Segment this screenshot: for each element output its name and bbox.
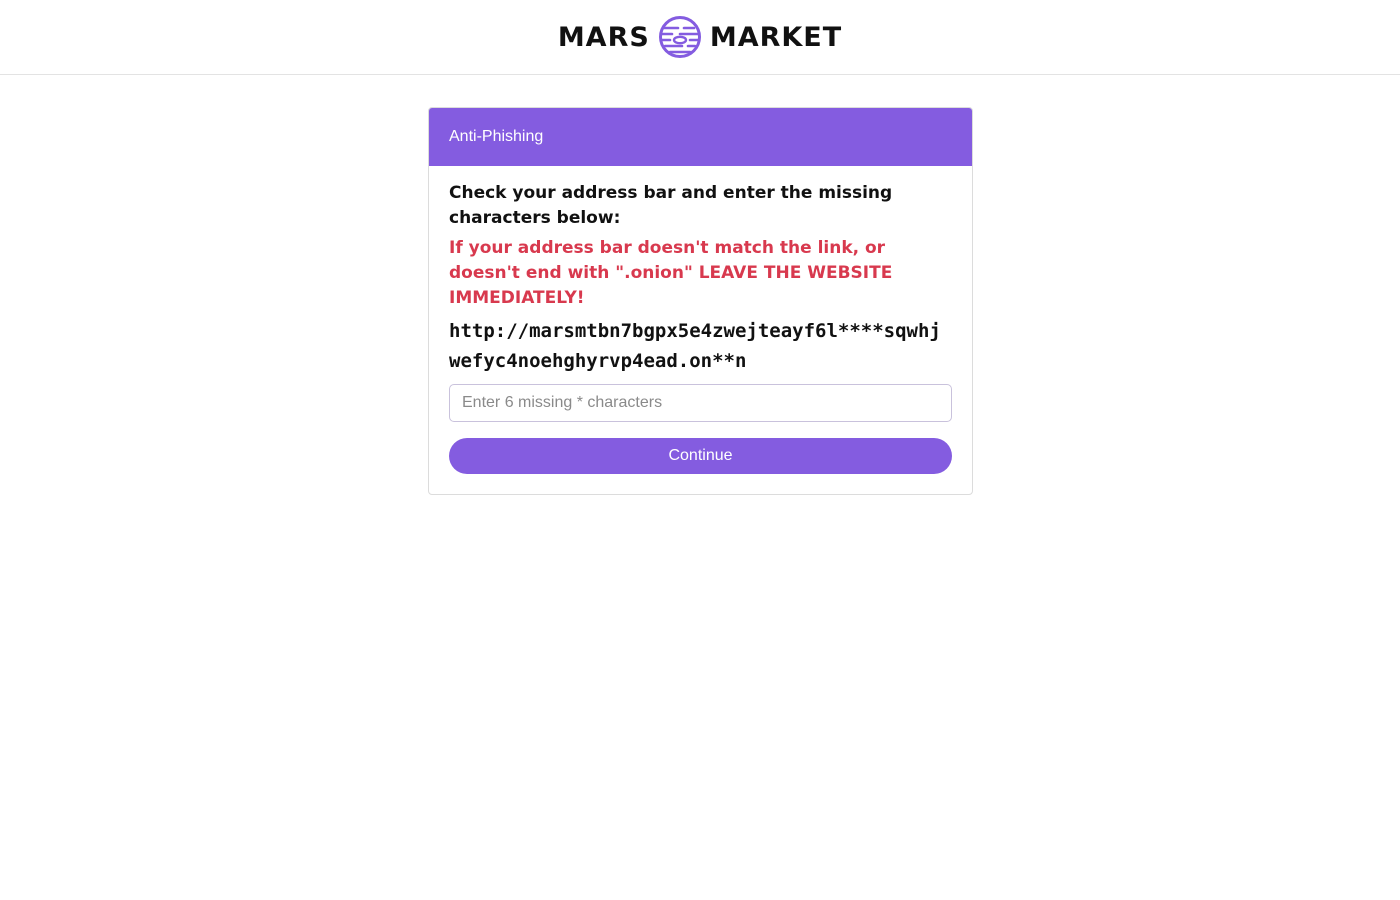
- continue-button[interactable]: Continue: [449, 438, 952, 474]
- masked-onion-url: http://marsmtbn7bgpx5e4zwejteayf6l****sq…: [449, 320, 941, 372]
- logo-text-left: MARS: [557, 21, 650, 53]
- top-bar: MARS MARKET: [0, 0, 1400, 75]
- instruction-text: Check your address bar and enter the mis…: [449, 183, 893, 228]
- logo-text-right: MARKET: [709, 21, 843, 53]
- card-header: Anti-Phishing: [429, 108, 972, 166]
- phishing-warning: If your address bar doesn't match the li…: [449, 238, 893, 308]
- anti-phishing-card: Anti-Phishing Check your address bar and…: [428, 107, 973, 495]
- card-body: Check your address bar and enter the mis…: [429, 166, 972, 494]
- missing-characters-input[interactable]: [449, 384, 952, 422]
- site-logo[interactable]: MARS MARKET: [558, 15, 842, 59]
- card-title: Anti-Phishing: [449, 128, 544, 145]
- planet-icon: [658, 16, 701, 58]
